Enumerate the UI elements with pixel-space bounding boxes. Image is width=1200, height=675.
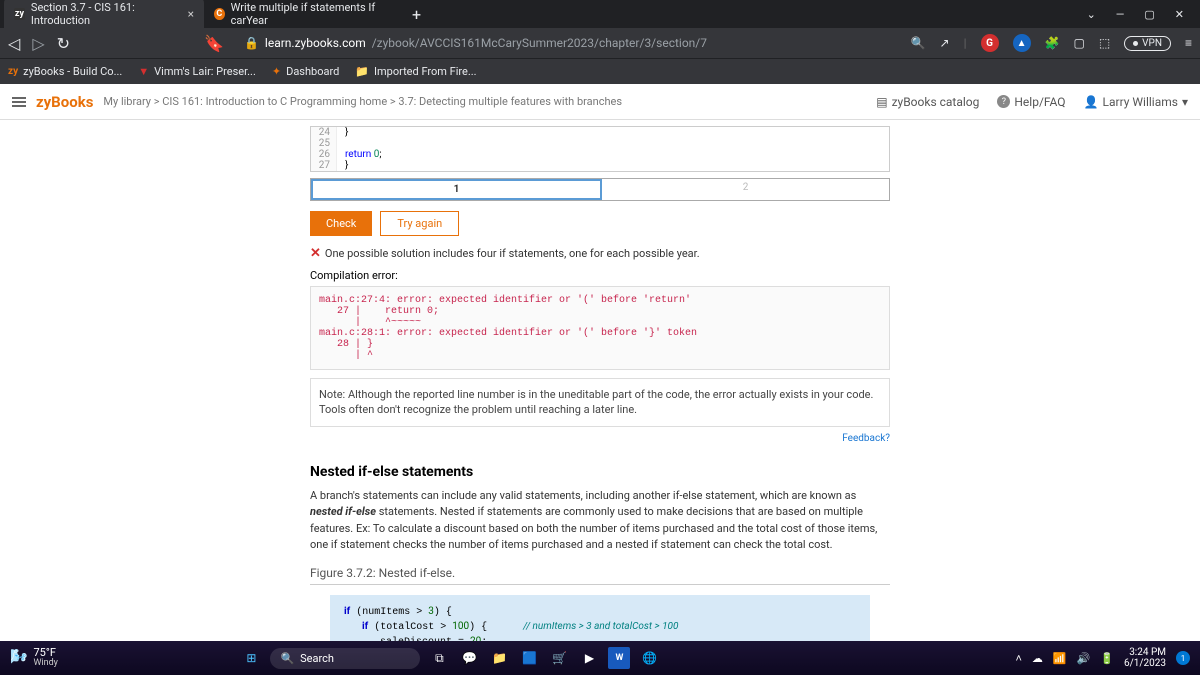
taskbar-search[interactable]: 🔍 Search: [270, 648, 420, 669]
taskbar-app-3[interactable]: 🟦: [518, 647, 540, 669]
bookmark-imported[interactable]: 📁Imported From Fire...: [355, 65, 476, 78]
extension-icon-2[interactable]: ▲: [1013, 34, 1031, 52]
extension-icon-1[interactable]: G: [981, 34, 999, 52]
content-area: 24} 25 26 return 0; 27} 1 2 Check Try ag…: [0, 120, 1200, 641]
tab-title: Write multiple if statements If carYear: [231, 1, 394, 27]
help-icon: ?: [997, 95, 1010, 108]
taskbar-app-4[interactable]: 🛒: [548, 647, 570, 669]
section-heading: Nested if-else statements: [310, 464, 890, 480]
tray-volume-icon[interactable]: 🔊: [1077, 652, 1091, 665]
system-clock[interactable]: 3:24 PM 6/1/2023: [1124, 647, 1166, 669]
vpn-badge[interactable]: VPN: [1124, 36, 1171, 51]
browser-tab-active[interactable]: zy Section 3.7 - CIS 161: Introduction ×: [4, 0, 204, 31]
taskbar-app-2[interactable]: 📁: [488, 647, 510, 669]
chevron-down-icon[interactable]: ⌄: [1087, 8, 1096, 21]
menu-icon[interactable]: ≡: [1185, 36, 1192, 50]
puzzle-icon[interactable]: 🧩: [1045, 36, 1060, 50]
tab-favicon-zy: zy: [14, 8, 25, 20]
forward-button[interactable]: ▷: [32, 34, 44, 53]
weather-widget[interactable]: 🌬️ 75°F Windy: [10, 647, 58, 669]
book-icon: ▤: [876, 95, 887, 109]
tab-favicon-c: C: [214, 8, 225, 20]
window-icon[interactable]: ▢: [1073, 36, 1084, 50]
reload-button[interactable]: ↻: [57, 34, 70, 53]
compilation-error-output: main.c:27:4: error: expected identifier …: [310, 286, 890, 370]
back-button[interactable]: ◁: [8, 34, 20, 53]
catalog-link[interactable]: ▤zyBooks catalog: [876, 95, 979, 109]
taskbar-app-chrome[interactable]: 🌐: [638, 647, 660, 669]
minimize-icon[interactable]: —: [1116, 8, 1125, 21]
windows-taskbar: 🌬️ 75°F Windy ⊞ 🔍 Search ⧉ 💬 📁 🟦 🛒 ▶ W 🌐…: [0, 641, 1200, 675]
close-icon[interactable]: ×: [188, 7, 194, 21]
hamburger-icon[interactable]: [12, 97, 26, 107]
user-icon: 👤: [1084, 95, 1099, 109]
share-icon[interactable]: ↗: [940, 36, 950, 50]
figure-title: Figure 3.7.2: Nested if-else.: [310, 566, 890, 585]
taskbar-app-word[interactable]: W: [608, 647, 630, 669]
x-icon: ✕: [310, 246, 321, 261]
notification-icon[interactable]: 1: [1176, 651, 1190, 665]
url-domain: learn.zybooks.com: [265, 36, 366, 50]
user-menu[interactable]: 👤Larry Williams ▾: [1084, 95, 1188, 109]
taskbar-app-1[interactable]: 💬: [458, 647, 480, 669]
compilation-error-label: Compilation error:: [310, 269, 890, 282]
condition: Windy: [33, 659, 57, 669]
note-box: Note: Although the reported line number …: [310, 378, 890, 427]
browser-tab-bar: zy Section 3.7 - CIS 161: Introduction ×…: [0, 0, 1200, 28]
hint-text: ✕ One possible solution includes four if…: [310, 246, 890, 261]
progress-steps: 1 2: [310, 178, 890, 201]
section-paragraph: A branch's statements can include any va…: [310, 488, 890, 554]
bookmark-vimms[interactable]: ▼Vimm's Lair: Preser...: [138, 65, 256, 78]
feedback-link[interactable]: Feedback?: [842, 433, 890, 444]
bookmark-bar: zyzyBooks - Build Co... ▼Vimm's Lair: Pr…: [0, 58, 1200, 84]
zybooks-logo[interactable]: zyBooks: [36, 93, 93, 111]
weather-icon: 🌬️: [10, 650, 27, 665]
tray-cloud-icon[interactable]: ☁: [1032, 652, 1043, 665]
wallet-icon[interactable]: ⬚: [1099, 36, 1110, 50]
step-1[interactable]: 1: [311, 179, 602, 200]
task-view-icon[interactable]: ⧉: [428, 647, 450, 669]
breadcrumb[interactable]: My library > CIS 161: Introduction to C …: [103, 95, 622, 108]
bookmark-zybooks[interactable]: zyzyBooks - Build Co...: [8, 65, 122, 78]
start-button[interactable]: ⊞: [240, 647, 262, 669]
check-button[interactable]: Check: [310, 211, 372, 236]
figure-code: if (numItems > 3) { if (totalCost > 100)…: [330, 595, 870, 641]
search-icon: 🔍: [280, 652, 294, 665]
tray-battery-icon[interactable]: 🔋: [1100, 652, 1114, 665]
zybooks-header: zyBooks My library > CIS 161: Introducti…: [0, 84, 1200, 120]
tray-wifi-icon[interactable]: 📶: [1053, 652, 1067, 665]
tray-chevron-icon[interactable]: ˄: [1015, 652, 1021, 665]
maximize-icon[interactable]: ▢: [1144, 8, 1154, 21]
lock-icon: 🔒: [244, 36, 259, 50]
new-tab-button[interactable]: +: [404, 5, 429, 24]
close-window-icon[interactable]: ✕: [1175, 8, 1184, 21]
step-2[interactable]: 2: [602, 179, 889, 200]
address-bar[interactable]: 🔒 learn.zybooks.com/zybook/AVCCIS161McCa…: [236, 36, 715, 50]
bookmark-icon[interactable]: 🔖: [204, 34, 224, 53]
taskbar-app-5[interactable]: ▶: [578, 647, 600, 669]
bookmark-dashboard[interactable]: ✦Dashboard: [272, 65, 339, 78]
try-again-button[interactable]: Try again: [380, 211, 459, 236]
help-link[interactable]: ?Help/FAQ: [997, 95, 1065, 109]
tab-title: Section 3.7 - CIS 161: Introduction: [31, 1, 182, 27]
url-path: /zybook/AVCCIS161McCarySummer2023/chapte…: [372, 36, 707, 50]
browser-tab-inactive[interactable]: C Write multiple if statements If carYea…: [204, 0, 404, 31]
code-editor-tail: 24} 25 26 return 0; 27}: [310, 126, 890, 172]
search-icon[interactable]: 🔍: [911, 36, 926, 50]
browser-nav-bar: ◁ ▷ ↻ 🔖 🔒 learn.zybooks.com/zybook/AVCCI…: [0, 28, 1200, 58]
